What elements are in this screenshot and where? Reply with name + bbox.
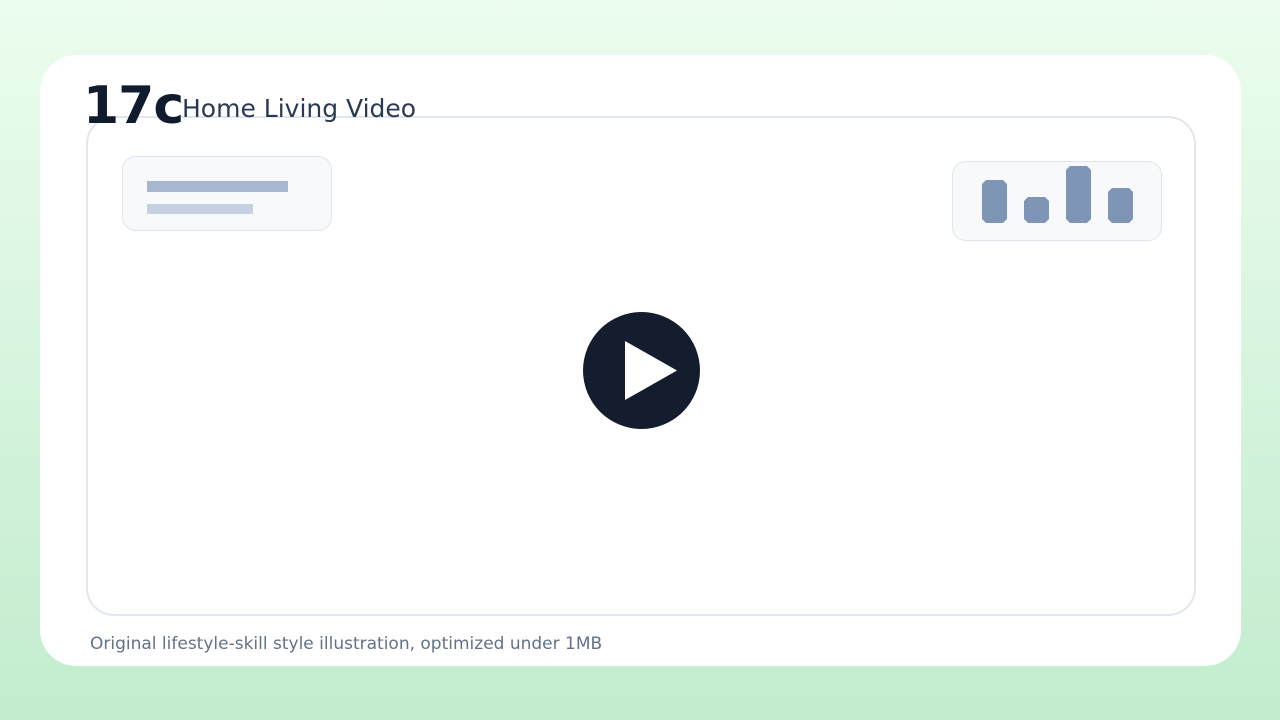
video-card: 17c Home Living Video Original lifestyle… xyxy=(40,55,1241,666)
text-placeholder-card xyxy=(122,156,332,231)
bar xyxy=(1024,197,1049,223)
bar xyxy=(1108,188,1133,223)
page-title: Home Living Video xyxy=(182,94,417,123)
bar xyxy=(982,180,1007,223)
bar-chart-icon xyxy=(952,161,1162,241)
play-icon xyxy=(625,341,677,400)
placeholder-line xyxy=(147,181,288,192)
placeholder-line xyxy=(147,204,253,214)
bar xyxy=(1066,166,1091,223)
video-player[interactable] xyxy=(86,116,1196,616)
caption-text: Original lifestyle-skill style illustrat… xyxy=(90,634,603,654)
brand-logo: 17c xyxy=(83,76,184,136)
play-button[interactable] xyxy=(583,312,700,429)
